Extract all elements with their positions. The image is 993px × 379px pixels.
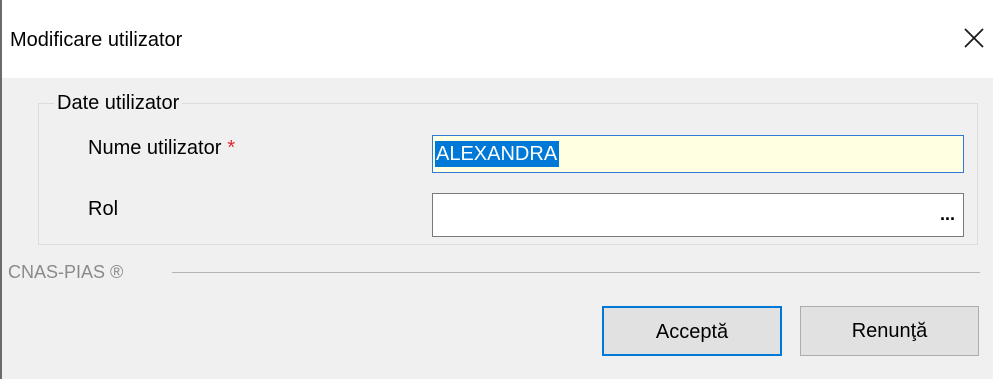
- accept-button[interactable]: Acceptă: [602, 306, 782, 356]
- role-browse-button[interactable]: ...: [940, 200, 955, 228]
- brand-label: CNAS-PIAS ®: [8, 262, 124, 282]
- username-label-row: Nume utilizator *: [88, 136, 235, 160]
- username-input[interactable]: ALEXANDRA: [432, 135, 964, 173]
- username-label: Nume utilizator: [88, 137, 222, 159]
- dialog-body: Date utilizator Nume utilizator * ALEXAND…: [2, 78, 993, 379]
- groupbox-legend: Date utilizator: [54, 91, 183, 115]
- role-label: Rol: [88, 198, 119, 220]
- dialog-titlebar: Modificare utilizator: [2, 0, 993, 78]
- close-icon: [964, 28, 984, 48]
- footer-divider: [172, 272, 980, 273]
- close-button[interactable]: [954, 18, 993, 58]
- required-marker: *: [227, 137, 236, 159]
- username-value: ALEXANDRA: [435, 141, 560, 167]
- role-field[interactable]: ...: [432, 193, 964, 237]
- cancel-button[interactable]: Renunţă: [800, 306, 979, 356]
- dialog-title: Modificare utilizator: [10, 29, 183, 51]
